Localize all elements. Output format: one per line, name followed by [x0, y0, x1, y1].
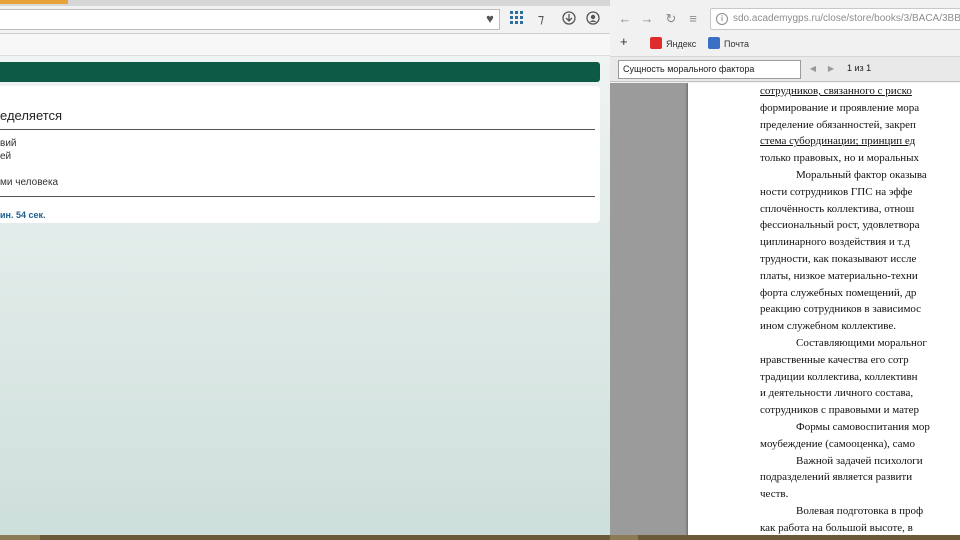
pdf-text-line: сотрудников, связанного с риско: [760, 85, 912, 97]
pdf-text-line: стема субординации; принцип ед: [760, 135, 916, 148]
address-bar[interactable]: i sdo.academygps.ru/close/store/books/3/…: [710, 8, 960, 30]
pdf-text-line: нравственные качества его сотр: [760, 353, 909, 366]
pdf-text-line: трудности, как показывают иссле: [760, 252, 917, 265]
previous-match-icon[interactable]: ◀: [806, 62, 820, 76]
yandex-icon: [650, 37, 662, 49]
pdf-text-line: Формы самовоспитания мор: [796, 420, 930, 433]
mail-icon: [708, 37, 720, 49]
bookmarks-bar: + Яндекс Почта: [610, 34, 960, 54]
answer-option[interactable]: ми человека: [0, 177, 58, 188]
pdf-text-line: только правовых, но и моральных: [760, 152, 920, 165]
pdf-text-line: честв.: [760, 488, 789, 501]
pdf-text-line: реакцию сотрудников в зависимос: [760, 303, 922, 316]
left-address-bar[interactable]: [0, 9, 500, 30]
pdf-page: сотрудников, связанного с риско формирова…: [688, 83, 960, 535]
pdf-toolbar: Сущность морального фактора ◀ ▶ 1 из 1: [610, 56, 960, 82]
pdf-text-line: формирование и проявление мора: [760, 101, 920, 114]
bookmark-yandex[interactable]: Яндекс: [650, 37, 696, 51]
url-text: sdo.academygps.ru/close/store/books/3/BA…: [733, 13, 960, 24]
pdf-text-line: платы, низкое материально-техни: [760, 269, 918, 282]
pdf-search-input[interactable]: Сущность морального фактора: [618, 60, 801, 79]
pdf-text-line: Моральный фактор оказыва: [796, 168, 927, 181]
apps-grid-icon[interactable]: [509, 11, 525, 27]
pdf-text-body: сотрудников, связанного с риско формирова…: [760, 83, 960, 535]
bookmark-mail[interactable]: Почта: [708, 37, 749, 51]
pdf-text-line: Составляющими моральног: [796, 336, 927, 349]
heart-icon[interactable]: ♥: [482, 11, 498, 27]
forward-icon[interactable]: →: [638, 10, 656, 28]
pdf-viewer[interactable]: сотрудников, связанного с риско формирова…: [610, 83, 960, 535]
time-remaining: ин. 54 сек.: [0, 210, 46, 220]
answer-option[interactable]: вий: [0, 138, 16, 149]
download-icon[interactable]: [561, 11, 577, 27]
reading-list-icon[interactable]: ≡: [684, 10, 702, 28]
reload-icon[interactable]: ↻: [662, 10, 680, 28]
info-icon[interactable]: i: [716, 13, 728, 25]
divider: [0, 129, 595, 130]
pdf-text-line: традиции коллектива, коллективн: [760, 370, 918, 383]
taskbar: [0, 535, 960, 540]
right-toolbar: ← → ↻ ≡ i sdo.academygps.ru/close/store/…: [610, 6, 960, 32]
account-icon[interactable]: [585, 11, 601, 27]
pdf-text-line: подразделений является развити: [760, 471, 913, 484]
next-match-icon[interactable]: ▶: [824, 62, 838, 76]
answer-option[interactable]: ей: [0, 151, 11, 162]
add-bookmark-icon[interactable]: +: [620, 35, 628, 49]
pdf-text-line: сплочённость коллектива, отнош: [760, 202, 915, 215]
pdf-text-line: циплинарного воздействия и т.д: [760, 236, 910, 249]
taskbar-item[interactable]: [610, 535, 638, 540]
quiz-question-panel: еделяется вий ей ми человека ин. 54 сек.: [0, 86, 600, 223]
pdf-text-line: ности сотрудников ГПС на эффе: [760, 185, 913, 198]
pdf-text-line: сотрудников с правовыми и матер: [760, 404, 919, 417]
pdf-text-line: Важной задачей психологи: [796, 454, 923, 467]
right-browser-window: ← → ↻ ≡ i sdo.academygps.ru/close/store/…: [610, 0, 960, 540]
active-tab[interactable]: [0, 0, 68, 4]
pdf-text-line: и деятельности личного состава,: [760, 387, 914, 400]
page-counter: 1 из 1: [847, 63, 872, 73]
pdf-text-line: Волевая подготовка в проф: [796, 504, 924, 517]
bookmark-label: Почта: [724, 39, 749, 49]
left-bookmarks-bar: [0, 34, 610, 56]
left-toolbar: ♥ ⁊: [0, 6, 610, 34]
taskbar-item[interactable]: [0, 535, 40, 540]
divider: [0, 196, 595, 197]
pdf-text-line: ином служебном коллективе.: [760, 320, 896, 333]
pdf-text-line: пределение обязанностей, закреп: [760, 118, 916, 131]
bookmark-label: Яндекс: [666, 39, 697, 49]
back-icon[interactable]: ←: [616, 10, 634, 28]
brush-icon[interactable]: ⁊: [533, 11, 549, 27]
pdf-text-line: как работа на большой высоте, в: [760, 521, 913, 534]
question-title: еделяется: [0, 108, 63, 123]
pdf-text-line: фессиональный рост, удовлетвора: [760, 219, 920, 232]
page-header-bar: [0, 62, 600, 82]
pdf-text-line: форта служебных помещений, др: [760, 286, 917, 299]
left-browser-window: ♥ ⁊ еделяется вий ей ми человека ин. 54 …: [0, 0, 610, 540]
pdf-text-line: моубеждение (самооценка), само: [760, 437, 915, 450]
